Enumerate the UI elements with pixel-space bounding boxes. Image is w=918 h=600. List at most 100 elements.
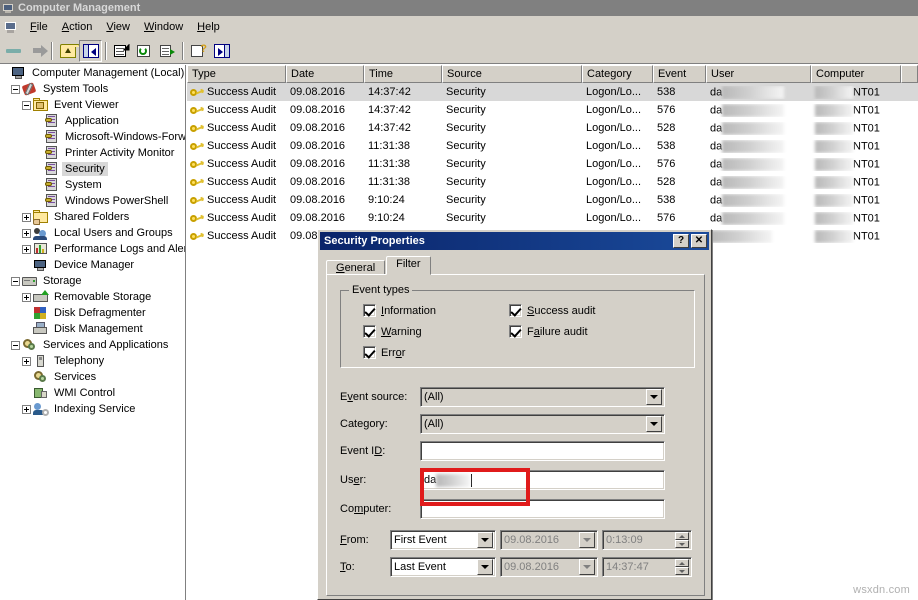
tree-item-performance-logs-and-alerts[interactable]: Performance Logs and Alerts (0, 241, 185, 257)
forward-button[interactable] (25, 40, 48, 62)
chevron-down-icon[interactable] (646, 416, 662, 432)
computer-input[interactable] (420, 499, 665, 519)
menu-file[interactable]: FFileile (23, 19, 55, 35)
column-header-computer[interactable]: Computer (811, 65, 901, 83)
checkbox-box[interactable] (363, 304, 376, 317)
tree-item-disk-defragmenter[interactable]: Disk Defragmenter (0, 305, 185, 321)
checkbox-box[interactable] (509, 325, 522, 338)
help-button[interactable]: ? (187, 40, 210, 62)
tree-collapse-icon[interactable] (11, 85, 20, 94)
from-time-spinner[interactable]: 0:13:09 (602, 530, 692, 550)
spinner-down-icon[interactable] (675, 540, 689, 548)
tree-item-system[interactable]: System (0, 177, 185, 193)
tree-expand-icon[interactable] (22, 245, 31, 254)
tree-item-system-tools[interactable]: System Tools (0, 81, 185, 97)
refresh-button[interactable] (133, 40, 156, 62)
tree-item-application[interactable]: Application (0, 113, 185, 129)
menu-help[interactable]: Help (190, 19, 227, 35)
column-header-user[interactable]: User (706, 65, 811, 83)
tree-item-windows-powershell[interactable]: Windows PowerShell (0, 193, 185, 209)
back-button[interactable] (2, 40, 25, 62)
table-row[interactable]: Success Audit09.08.201614:37:42SecurityL… (187, 101, 918, 119)
checkbox-error[interactable]: Error (363, 346, 405, 359)
category-combo[interactable]: (All) (420, 414, 665, 434)
tree-item-storage[interactable]: Storage (0, 273, 185, 289)
tree-collapse-icon[interactable] (11, 341, 20, 350)
tree-item-removable-storage[interactable]: Removable Storage (0, 289, 185, 305)
table-row[interactable]: Success Audit09.08.201614:37:42SecurityL… (187, 83, 918, 101)
from-mode-combo[interactable]: First Event (390, 530, 496, 550)
table-row[interactable]: Success Audit09.08.201611:31:38SecurityL… (187, 155, 918, 173)
checkbox-failure-audit[interactable]: Failure audit (509, 325, 588, 338)
security-properties-dialog[interactable]: Security Properties ? ✕ GGeneraleneral F… (317, 229, 712, 600)
up-one-level-button[interactable] (56, 40, 79, 62)
chevron-down-icon[interactable] (646, 389, 662, 405)
tree-item-services-and-applications[interactable]: Services and Applications (0, 337, 185, 353)
menu-view[interactable]: View (99, 19, 137, 35)
tab-filter[interactable]: Filter (386, 256, 430, 275)
checkbox-box[interactable] (363, 346, 376, 359)
tree-collapse-icon[interactable] (11, 277, 20, 286)
tree-expand-icon[interactable] (22, 293, 31, 302)
column-header-category[interactable]: Category (582, 65, 653, 83)
to-mode-combo[interactable]: Last Event (390, 557, 496, 577)
checkbox-success-audit[interactable]: Success audit (509, 304, 596, 317)
tree-expand-icon[interactable] (22, 229, 31, 238)
column-header-date[interactable]: Date (286, 65, 364, 83)
checkbox-warning[interactable]: Warning (363, 325, 422, 338)
to-time-spinner[interactable]: 14:37:47 (602, 557, 692, 577)
show-hide-tree-button[interactable] (79, 40, 102, 62)
column-header-type[interactable]: Type (187, 65, 286, 83)
tree-item-services[interactable]: Services (0, 369, 185, 385)
event-id-input[interactable] (420, 441, 665, 461)
system-menu-icon[interactable] (3, 19, 19, 35)
tree-item-wmi-control[interactable]: WMI Control (0, 385, 185, 401)
menu-action[interactable]: Action (55, 19, 100, 35)
user-input[interactable]: da (420, 470, 665, 490)
tree-item-microsoft-windows-forw[interactable]: Microsoft-Windows-Forw (0, 129, 185, 145)
tree-item-printer-activity-monitor[interactable]: Printer Activity Monitor (0, 145, 185, 161)
spinner-down-icon[interactable] (675, 567, 689, 575)
dialog-close-button[interactable]: ✕ (691, 234, 707, 248)
tree-item-security[interactable]: Security (0, 161, 185, 177)
tree-item-local-users-and-groups[interactable]: Local Users and Groups (0, 225, 185, 241)
tree-collapse-icon[interactable] (22, 101, 31, 110)
table-row[interactable]: Success Audit09.08.20169:10:24SecurityLo… (187, 191, 918, 209)
spinner-buttons[interactable] (675, 532, 689, 548)
checkbox-box[interactable] (363, 325, 376, 338)
dialog-help-button[interactable]: ? (673, 234, 689, 248)
checkbox-box[interactable] (509, 304, 522, 317)
column-header-event[interactable]: Event (653, 65, 706, 83)
event-source-combo[interactable]: (All) (420, 387, 665, 407)
table-row[interactable]: Success Audit09.08.201611:31:38SecurityL… (187, 137, 918, 155)
spinner-up-icon[interactable] (675, 532, 689, 540)
tree-expand-icon[interactable] (22, 405, 31, 414)
export-list-button[interactable] (156, 40, 179, 62)
chevron-down-icon[interactable] (477, 532, 493, 548)
spinner-buttons[interactable] (675, 559, 689, 575)
tree-item-shared-folders[interactable]: Shared Folders (0, 209, 185, 225)
table-row[interactable]: Success Audit09.08.20169:10:24SecurityLo… (187, 209, 918, 227)
column-header-time[interactable]: Time (364, 65, 442, 83)
from-date-combo[interactable]: 09.08.2016 (500, 530, 598, 550)
checkbox-information[interactable]: InformationInformation (363, 304, 436, 317)
tree-expand-icon[interactable] (22, 357, 31, 366)
chevron-down-icon[interactable] (579, 559, 595, 575)
tree-item-device-manager[interactable]: Device Manager (0, 257, 185, 273)
tree-item-telephony[interactable]: Telephony (0, 353, 185, 369)
menu-window[interactable]: Window (137, 19, 190, 35)
column-header-blank[interactable] (901, 65, 918, 83)
properties-button[interactable] (110, 40, 133, 62)
list-body[interactable]: Success Audit09.08.201614:37:42SecurityL… (187, 83, 918, 245)
chevron-down-icon[interactable] (579, 532, 595, 548)
tree-item-disk-management[interactable]: Disk Management (0, 321, 185, 337)
new-window-button[interactable] (210, 40, 233, 62)
table-row[interactable]: Success Audit09.08.201611:31:38SecurityL… (187, 173, 918, 191)
column-header-source[interactable]: Source (442, 65, 582, 83)
tree-expand-icon[interactable] (22, 213, 31, 222)
chevron-down-icon[interactable] (477, 559, 493, 575)
console-tree-pane[interactable]: Computer Management (Local)System ToolsE… (0, 65, 186, 600)
spinner-up-icon[interactable] (675, 559, 689, 567)
tree-item-computer-management-local[interactable]: Computer Management (Local) (0, 65, 185, 81)
tree-item-indexing-service[interactable]: Indexing Service (0, 401, 185, 417)
